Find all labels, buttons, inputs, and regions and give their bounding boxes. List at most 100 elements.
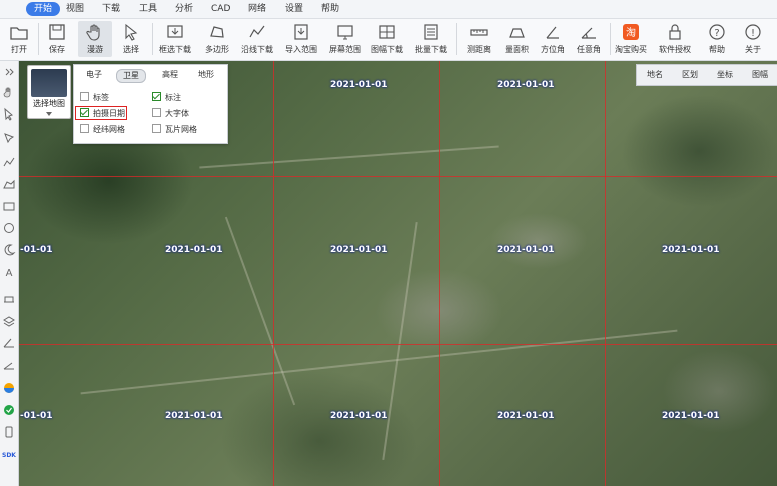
- cursor-icon[interactable]: [2, 107, 16, 121]
- capture-date-label: 2021-01-01: [330, 411, 388, 421]
- svg-text:?: ?: [714, 28, 719, 39]
- screen-range-button[interactable]: 屏幕范围: [328, 21, 362, 57]
- measure-distance-label: 测距离: [467, 45, 491, 54]
- rect-download-button[interactable]: 框选下载: [158, 21, 192, 57]
- collapse-icon[interactable]: [2, 65, 16, 79]
- select-label: 选择: [123, 45, 139, 54]
- highlight-box: [75, 106, 127, 120]
- tab-place-name[interactable]: 地名: [647, 69, 663, 80]
- capture-date-label: -01-01: [20, 411, 53, 421]
- tab-coordinate[interactable]: 坐标: [717, 69, 733, 80]
- polyline-icon[interactable]: [2, 155, 16, 169]
- polyline-icon: [249, 25, 265, 38]
- checkbox-tile-grid[interactable]: 瓦片网格: [152, 124, 197, 136]
- batch-download-button[interactable]: 批量下载: [414, 21, 448, 57]
- azimuth-icon[interactable]: [2, 335, 16, 349]
- tab-satellite[interactable]: 卫星: [116, 69, 146, 83]
- capture-date-label: -01-01: [20, 245, 53, 255]
- menu-network[interactable]: 网络: [248, 3, 266, 16]
- capture-date-label: 2021-01-01: [662, 245, 720, 255]
- line-download-button[interactable]: 沿线下载: [240, 21, 274, 57]
- polygon-button[interactable]: 多边形: [200, 21, 234, 57]
- pin-icon[interactable]: [2, 131, 16, 145]
- checkbox-box[interactable]: [80, 124, 89, 133]
- angle-icon: [581, 27, 596, 39]
- area-icon[interactable]: [2, 177, 16, 191]
- angle-icon[interactable]: [2, 357, 16, 371]
- capture-date-label: 2021-01-01: [497, 80, 555, 90]
- open-button[interactable]: 打开: [2, 21, 36, 57]
- import-range-button[interactable]: 导入范围: [284, 21, 318, 57]
- taobao-button[interactable]: 淘 淘宝购买: [614, 21, 648, 57]
- select-button[interactable]: 选择: [114, 21, 148, 57]
- checkbox-annotations[interactable]: 标注: [152, 92, 181, 104]
- measure-distance-button[interactable]: 测距离: [462, 21, 496, 57]
- sheet-download-label: 图幅下载: [371, 45, 403, 54]
- tab-elevation[interactable]: 高程: [156, 69, 184, 81]
- angle-button[interactable]: 任意角: [572, 21, 606, 57]
- tab-electronic[interactable]: 电子: [80, 69, 108, 81]
- checkbox-large-font[interactable]: 大字体: [152, 108, 189, 120]
- layers-icon[interactable]: [2, 313, 16, 327]
- checkbox-box[interactable]: [80, 92, 89, 101]
- measure-area-button[interactable]: 量面积: [500, 21, 534, 57]
- batch-download-label: 批量下载: [415, 45, 447, 54]
- map-thumbnail: [31, 69, 67, 97]
- pan-button[interactable]: 漫游: [78, 21, 112, 57]
- menu-view[interactable]: 视图: [66, 3, 84, 16]
- svg-text:淘: 淘: [626, 26, 636, 39]
- monitor-icon: [337, 25, 353, 40]
- capture-date-label: 2021-01-01: [662, 411, 720, 421]
- tab-region[interactable]: 区划: [682, 69, 698, 80]
- circle-icon[interactable]: [2, 221, 16, 235]
- text-icon[interactable]: A: [2, 265, 16, 279]
- checkbox-box[interactable]: [152, 108, 161, 117]
- save-label: 保存: [49, 45, 65, 54]
- tab-terrain[interactable]: 地形: [192, 69, 220, 81]
- capture-date-label: 2021-01-01: [497, 245, 555, 255]
- status-ok-icon[interactable]: [2, 403, 16, 417]
- tab-sheet[interactable]: 图幅: [752, 69, 768, 80]
- checkbox-labels-text: 标签: [93, 93, 109, 102]
- map-road: [80, 329, 678, 395]
- checkbox-labels[interactable]: 标签: [80, 92, 109, 104]
- ruler-icon: [470, 29, 488, 36]
- svg-text:A: A: [6, 268, 13, 279]
- help-button[interactable]: ? 帮助: [700, 21, 734, 57]
- checkbox-box[interactable]: [152, 92, 161, 101]
- sheet-download-button[interactable]: 图幅下载: [370, 21, 404, 57]
- map-switcher[interactable]: 选择地图: [27, 65, 71, 119]
- hand-icon: [86, 24, 100, 41]
- sdk-label[interactable]: SDK: [2, 449, 16, 463]
- phone-icon[interactable]: [2, 425, 16, 439]
- checkbox-large-font-text: 大字体: [165, 109, 189, 118]
- measure-area-icon[interactable]: [2, 291, 16, 305]
- right-search-tabs: 地名 区划 坐标 图幅: [636, 64, 777, 86]
- azimuth-button[interactable]: 方位角: [536, 21, 570, 57]
- about-button[interactable]: ! 关于: [736, 21, 770, 57]
- import-range-label: 导入范围: [285, 45, 317, 54]
- license-button[interactable]: 软件授权: [658, 21, 692, 57]
- menu-help[interactable]: 帮助: [321, 3, 339, 16]
- capture-date-label: 2021-01-01: [330, 245, 388, 255]
- help-icon: ?: [709, 24, 725, 40]
- license-label: 软件授权: [659, 45, 691, 54]
- menu-tools[interactable]: 工具: [139, 3, 157, 16]
- checkbox-latlon-grid[interactable]: 经纬网格: [80, 124, 125, 136]
- hand-icon[interactable]: [2, 85, 16, 99]
- toolbar-divider: [610, 23, 611, 55]
- taobao-label: 淘宝购买: [615, 45, 647, 54]
- colorful-logo-icon[interactable]: [2, 381, 16, 395]
- open-label: 打开: [11, 45, 27, 54]
- lock-icon: [669, 24, 681, 40]
- moon-icon[interactable]: [2, 243, 16, 257]
- rectangle-icon[interactable]: [2, 199, 16, 213]
- menu-settings[interactable]: 设置: [285, 3, 303, 16]
- menu-download[interactable]: 下载: [102, 3, 120, 16]
- checkbox-box[interactable]: [152, 124, 161, 133]
- save-button[interactable]: 保存: [40, 21, 74, 57]
- menu-cad[interactable]: CAD: [211, 3, 230, 16]
- toolbar-divider: [152, 23, 153, 55]
- menu-start[interactable]: 开始: [26, 2, 61, 16]
- menu-analysis[interactable]: 分析: [175, 3, 193, 16]
